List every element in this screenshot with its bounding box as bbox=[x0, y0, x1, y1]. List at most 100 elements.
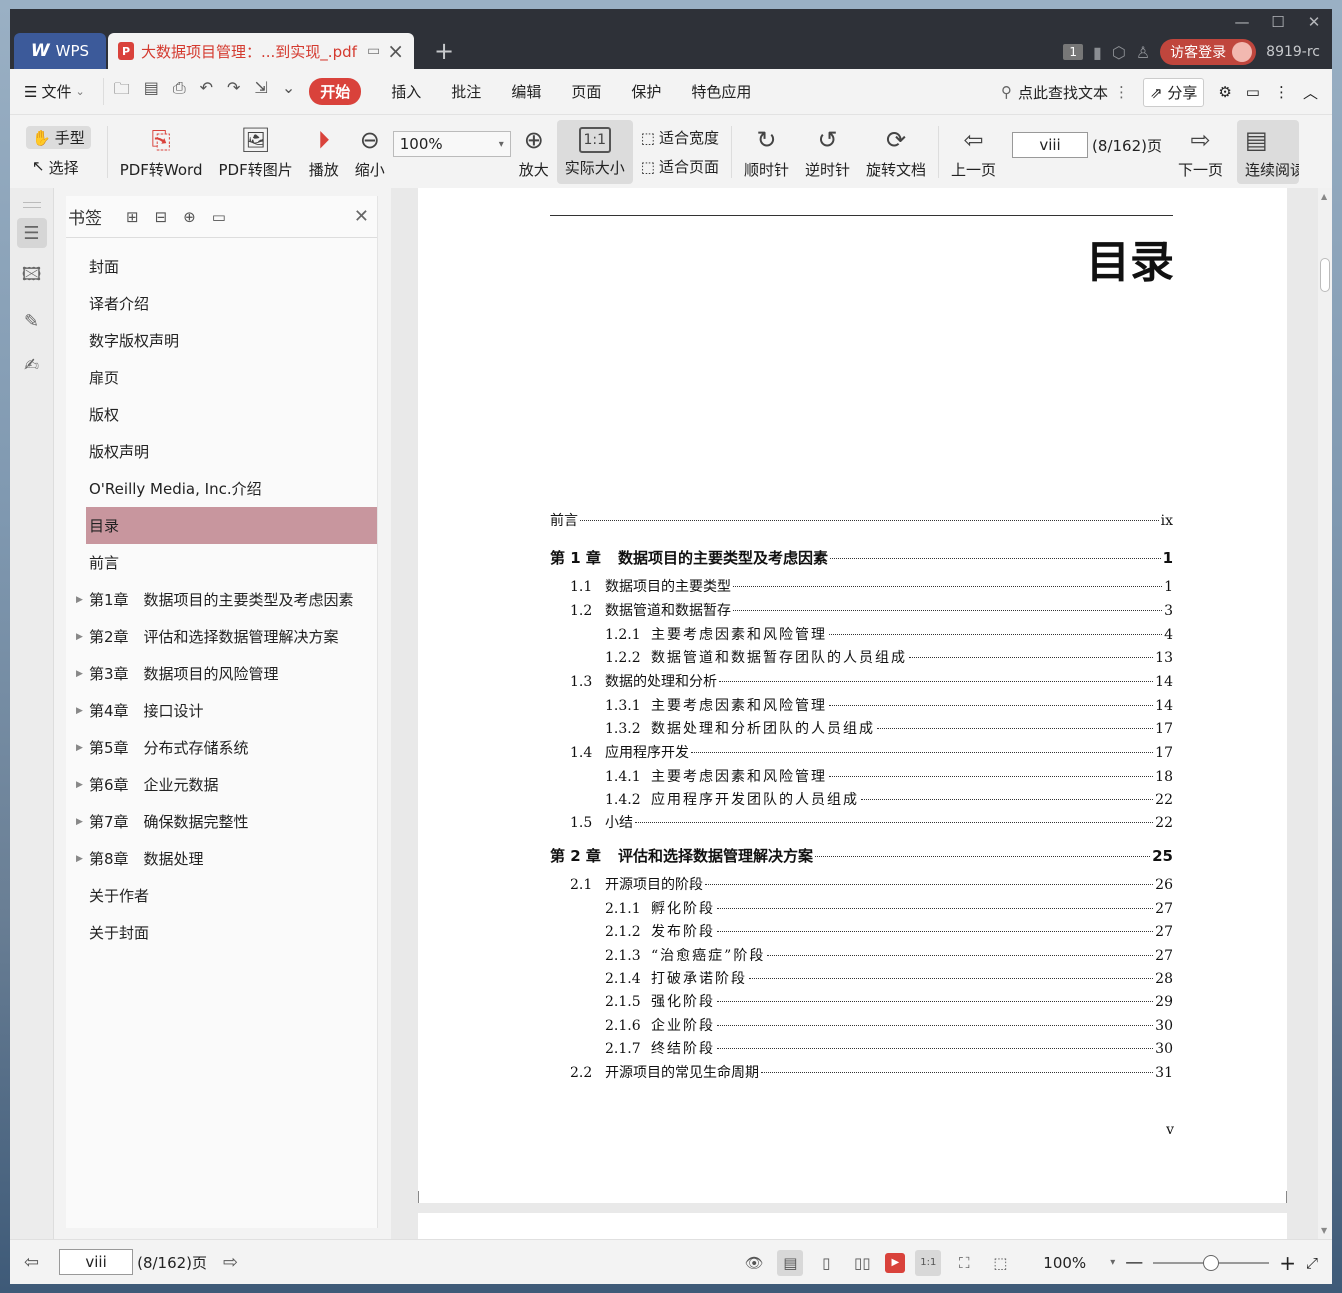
toc-entry[interactable]: 1.3.1 主要考虑因素和风险管理 14 bbox=[605, 695, 1173, 715]
search-text-button[interactable]: ⚲ 点此查找文本 ⋮ bbox=[1001, 82, 1129, 103]
bookmark-item[interactable]: ▶ 第8章 数据处理 bbox=[66, 840, 377, 877]
zoom-slider-knob[interactable] bbox=[1203, 1254, 1220, 1271]
thumbnail-icon[interactable]: 🖾 bbox=[17, 262, 47, 292]
bookmark-item[interactable]: 数字版权声明 bbox=[66, 322, 377, 359]
toc-entry[interactable]: 2.1.6 企业阶段 30 bbox=[605, 1015, 1173, 1035]
bookmark-options-icon[interactable]: ▭ bbox=[212, 208, 226, 226]
bookmark-item[interactable]: ▶ 第3章 数据项目的风险管理 bbox=[66, 655, 377, 692]
toc-entry[interactable]: 2.1.3 “治愈癌症”阶段 27 bbox=[605, 945, 1173, 965]
bookmark-item[interactable]: ▶ 第6章 企业元数据 bbox=[66, 766, 377, 803]
play-button[interactable]: ⏵ 播放 bbox=[301, 116, 347, 188]
zoom-slider[interactable] bbox=[1153, 1254, 1270, 1271]
tab-special[interactable]: 特色应用 bbox=[691, 81, 751, 102]
bookmark-item[interactable]: 关于封面 bbox=[66, 914, 377, 951]
bookmark-item[interactable]: O'Reilly Media, Inc.介绍 bbox=[66, 470, 377, 507]
expand-all-icon[interactable]: ⊞ bbox=[126, 208, 139, 226]
toc-entry[interactable]: 2.1.5 强化阶段 29 bbox=[605, 991, 1173, 1011]
fit-width-status-icon[interactable]: ⬚ bbox=[987, 1250, 1013, 1276]
expand-arrow-icon[interactable]: ▶ bbox=[76, 669, 83, 679]
bookmark-item[interactable]: ▶ 第5章 分布式存储系统 bbox=[66, 729, 377, 766]
status-next-page-icon[interactable]: ⇨ bbox=[223, 1252, 238, 1273]
more-vertical-icon[interactable]: ⋮ bbox=[1274, 83, 1289, 101]
toc-entry[interactable]: 1.4.1 主要考虑因素和风险管理 18 bbox=[605, 766, 1173, 786]
rotate-clockwise-button[interactable]: ↻ 顺时针 bbox=[736, 116, 797, 188]
wps-home-tab[interactable]: W WPS bbox=[14, 33, 106, 69]
skin-icon[interactable]: ⬡ bbox=[1112, 43, 1126, 62]
toc-entry[interactable]: 1.2.1 主要考虑因素和风险管理 4 bbox=[605, 624, 1173, 644]
undo-icon[interactable]: ↶ bbox=[200, 78, 213, 105]
pdf-to-image-button[interactable]: 🖼 PDF转图片 bbox=[210, 116, 300, 188]
slideshow-icon[interactable]: ▶ bbox=[885, 1252, 906, 1273]
zoom-in-button[interactable]: ⊕ 放大 bbox=[511, 116, 557, 188]
toc-entry[interactable]: 第 1 章数据项目的主要类型及考虑因素 1 bbox=[550, 547, 1173, 568]
fit-page-button[interactable]: ⬚ 适合页面 bbox=[641, 156, 719, 177]
tab-protect[interactable]: 保护 bbox=[631, 81, 661, 102]
bookmark-item[interactable]: 封面 bbox=[66, 248, 377, 285]
zoom-plus-icon[interactable]: + bbox=[1279, 1251, 1296, 1275]
bookmark-item[interactable]: ▶ 第4章 接口设计 bbox=[66, 692, 377, 729]
bookmark-item[interactable]: 目录 bbox=[86, 507, 377, 544]
more-quick-icon[interactable]: ⌄ bbox=[282, 78, 295, 105]
expand-arrow-icon[interactable]: ▶ bbox=[76, 817, 83, 827]
collapse-all-icon[interactable]: ⊟ bbox=[155, 208, 168, 226]
toc-entry[interactable]: 1.3.2 数据处理和分析团队的人员组成 17 bbox=[605, 718, 1173, 738]
new-tab-button[interactable]: + bbox=[434, 37, 454, 65]
bookmark-item[interactable]: ▶ 第1章 数据项目的主要类型及考虑因素 bbox=[66, 581, 377, 618]
monitor-icon[interactable]: ▭ bbox=[367, 43, 380, 59]
message-icon[interactable]: ▭ bbox=[1246, 83, 1260, 101]
expand-arrow-icon[interactable]: ▶ bbox=[76, 595, 83, 605]
add-bookmark-icon[interactable]: ⊕ bbox=[183, 208, 196, 226]
print-icon[interactable]: ⎙ bbox=[173, 78, 186, 105]
prev-page-button[interactable]: ⇦ 上一页 bbox=[943, 116, 1004, 188]
save-icon[interactable]: ▤ bbox=[144, 78, 159, 105]
open-folder-icon[interactable]: 🗀 bbox=[114, 78, 130, 105]
toc-entry[interactable]: 1.4 应用程序开发 17 bbox=[570, 742, 1173, 762]
bookmark-item[interactable]: ▶ 第7章 确保数据完整性 bbox=[66, 803, 377, 840]
collapse-ribbon-icon[interactable]: ︿ bbox=[1303, 82, 1318, 103]
fit-width-button[interactable]: ⬚ 适合宽度 bbox=[641, 127, 719, 148]
toc-entry[interactable]: 前言 ix bbox=[550, 510, 1173, 530]
toc-entry[interactable]: 1.3 数据的处理和分析 14 bbox=[570, 671, 1173, 691]
zoom-select[interactable]: 100% ▾ bbox=[392, 131, 511, 157]
signature-icon[interactable]: ✍ bbox=[17, 350, 47, 380]
bookmark-item[interactable]: 关于作者 bbox=[66, 877, 377, 914]
close-window-button[interactable]: ✕ bbox=[1296, 13, 1332, 31]
scroll-thumb[interactable] bbox=[1320, 258, 1330, 292]
toc-entry[interactable]: 2.1.7 终结阶段 30 bbox=[605, 1038, 1173, 1058]
zoom-minus-icon[interactable]: — bbox=[1125, 1252, 1143, 1273]
rail-grip[interactable] bbox=[22, 202, 41, 208]
toc-entry[interactable]: 第 2 章评估和选择数据管理解决方案 25 bbox=[550, 845, 1173, 866]
annotation-icon[interactable]: ✎ bbox=[17, 306, 47, 336]
close-icon[interactable]: ✕ bbox=[354, 206, 369, 227]
gear-icon[interactable]: ⚙ bbox=[1218, 83, 1231, 101]
single-page-icon[interactable]: ▯ bbox=[813, 1250, 839, 1276]
bookmark-panel-icon[interactable]: ☰ bbox=[16, 218, 47, 248]
tab-start[interactable]: 开始 bbox=[309, 78, 362, 105]
scroll-up-icon[interactable]: ▲ bbox=[1321, 192, 1327, 201]
toc-entry[interactable]: 2.1.1 孵化阶段 27 bbox=[605, 898, 1173, 918]
guest-login-button[interactable]: 访客登录 bbox=[1160, 39, 1257, 65]
status-prev-page-icon[interactable]: ⇦ bbox=[24, 1252, 39, 1273]
export-icon[interactable]: ⇲ bbox=[254, 78, 267, 105]
zoom-dropdown-icon[interactable]: ▾ bbox=[1110, 1257, 1115, 1268]
shirt-icon[interactable]: ♙ bbox=[1136, 43, 1150, 62]
toc-entry[interactable]: 1.2 数据管道和数据暂存 3 bbox=[570, 600, 1173, 620]
actual-size-button[interactable]: 1:1 实际大小 bbox=[556, 120, 633, 184]
tab-insert[interactable]: 插入 bbox=[391, 81, 421, 102]
eye-protect-icon[interactable]: 👁 bbox=[741, 1250, 767, 1276]
maximize-button[interactable]: ☐ bbox=[1260, 13, 1296, 31]
page-input[interactable]: viii bbox=[1012, 132, 1089, 158]
toc-entry[interactable]: 1.1 数据项目的主要类型 1 bbox=[570, 576, 1173, 596]
toc-entry[interactable]: 2.1.4 打破承诺阶段 28 bbox=[605, 968, 1173, 988]
document-view[interactable]: 目录 前言 ix 第 1 章数据项目的主要类型及考虑因素 1 1.1 数据项目的主要类型 1… bbox=[391, 188, 1318, 1239]
toc-entry[interactable]: 1.2.2 数据管道和数据暂存团队的人员组成 13 bbox=[605, 647, 1173, 667]
file-menu[interactable]: ☰ 文件 ⌄ bbox=[24, 81, 85, 102]
bookmark-item[interactable]: 版权 bbox=[66, 396, 377, 433]
close-tab-icon[interactable]: × bbox=[387, 39, 404, 63]
tab-page[interactable]: 页面 bbox=[571, 81, 601, 102]
bookmark-item[interactable]: 扉页 bbox=[66, 359, 377, 396]
continuous-read-button[interactable]: ▤ 连续阅读 bbox=[1237, 120, 1299, 184]
continuous-view-icon[interactable]: ▤ bbox=[777, 1249, 804, 1276]
redo-icon[interactable]: ↷ bbox=[227, 78, 240, 105]
toc-entry[interactable]: 2.1 开源项目的阶段 26 bbox=[570, 874, 1173, 894]
